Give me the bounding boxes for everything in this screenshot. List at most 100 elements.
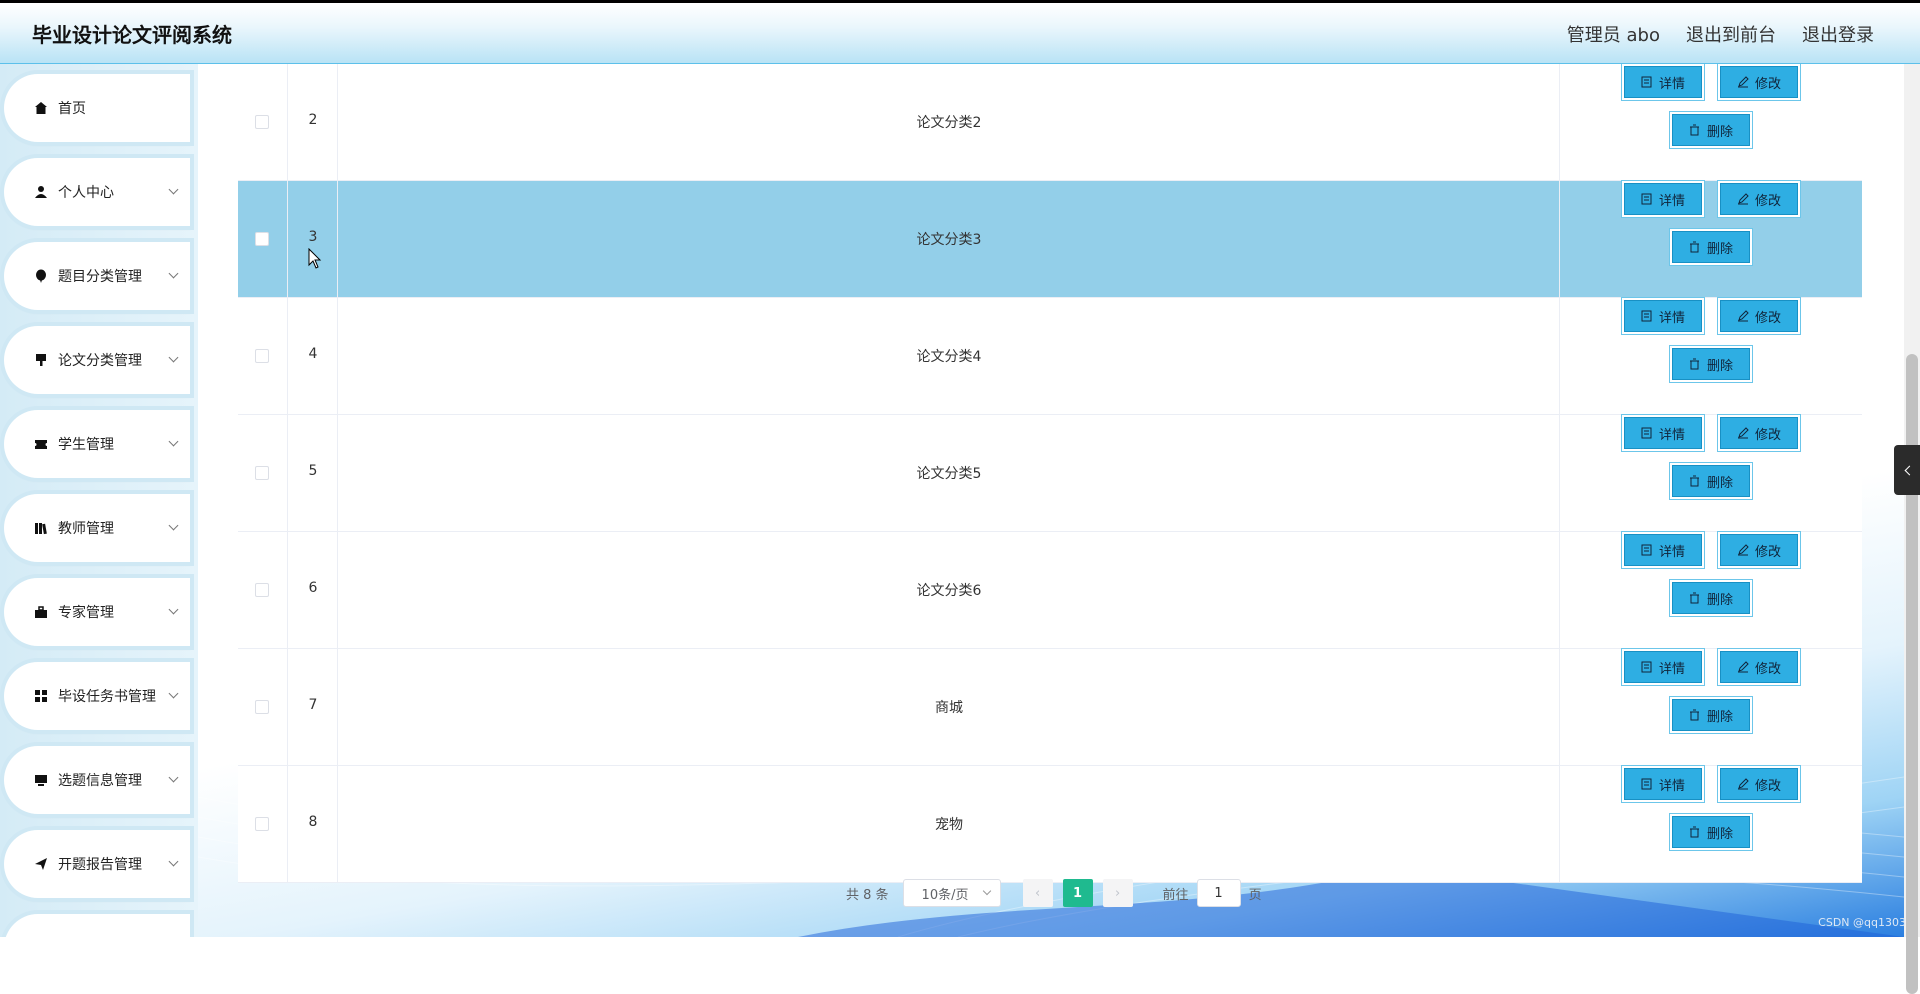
chevron-left-icon <box>1904 465 1914 475</box>
delete-button[interactable]: 删除 <box>1672 582 1750 614</box>
exit-to-front-link[interactable]: 退出到前台 <box>1686 21 1776 47</box>
edit-button[interactable]: 修改 <box>1720 300 1798 332</box>
sidebar-item-topic-selection[interactable]: 选题信息管理 <box>4 746 190 814</box>
detail-button[interactable]: 详情 <box>1624 651 1702 683</box>
row-checkbox[interactable] <box>255 817 269 831</box>
row-index: 6 <box>288 580 338 596</box>
grid-icon <box>34 689 48 703</box>
detail-button[interactable]: 详情 <box>1624 534 1702 566</box>
mouse-cursor-icon <box>308 248 322 270</box>
top-header: 毕业设计论文评阅系统 管理员 abo 退出到前台 退出登录 <box>0 0 1920 64</box>
pencil-icon <box>1737 661 1749 673</box>
category-name: 论文分类4 <box>338 346 1560 366</box>
page-unit-label: 页 <box>1249 884 1262 903</box>
delete-button[interactable]: 删除 <box>1672 699 1750 731</box>
sidebar-item-label: 首页 <box>58 98 86 118</box>
row-checkbox[interactable] <box>255 115 269 129</box>
chevron-down-icon <box>169 857 179 867</box>
sidebar-item-proposal-report[interactable]: 开题报告管理 <box>4 830 190 898</box>
chevron-right-icon: › <box>1115 886 1120 901</box>
total-count: 共 8 条 <box>846 884 889 903</box>
row-index: 8 <box>288 814 338 830</box>
chevron-down-icon <box>169 269 179 279</box>
edit-button[interactable]: 修改 <box>1720 768 1798 800</box>
goto-page-input[interactable]: 1 <box>1197 879 1241 907</box>
trash-icon <box>1689 124 1701 136</box>
send-icon <box>34 857 48 871</box>
sidebar-item-label: 教师管理 <box>58 518 114 538</box>
document-icon <box>1641 778 1653 790</box>
document-icon <box>1641 661 1653 673</box>
sidebar-item-student[interactable]: 学生管理 <box>4 410 190 478</box>
detail-button[interactable]: 详情 <box>1624 417 1702 449</box>
table-row: 8 宠物 详情 修改 删除 <box>238 766 1862 883</box>
app-title: 毕业设计论文评阅系统 <box>32 19 232 48</box>
row-index: 3 <box>288 229 338 245</box>
document-icon <box>1641 427 1653 439</box>
detail-button[interactable]: 详情 <box>1624 66 1702 98</box>
page-size-select[interactable]: 10条/页 <box>903 879 1001 907</box>
page-number-current[interactable]: 1 <box>1063 879 1093 907</box>
detail-button[interactable]: 详情 <box>1624 183 1702 215</box>
current-user: 管理员 abo <box>1567 21 1660 47</box>
chevron-down-icon <box>169 437 179 447</box>
chevron-down-icon <box>169 521 179 531</box>
trash-icon <box>1689 592 1701 604</box>
pencil-icon <box>1737 427 1749 439</box>
row-index: 7 <box>288 697 338 713</box>
sidebar-item-label: 专家管理 <box>58 602 114 622</box>
document-icon <box>1641 310 1653 322</box>
pencil-icon <box>1737 76 1749 88</box>
edit-button[interactable]: 修改 <box>1720 534 1798 566</box>
row-checkbox[interactable] <box>255 583 269 597</box>
table-row: 4 论文分类4 详情 修改 删除 <box>238 298 1862 415</box>
table-row: 2 论文分类2 详情 修改 删除 <box>238 64 1862 181</box>
next-page-button[interactable]: › <box>1103 879 1133 907</box>
pencil-icon <box>1737 310 1749 322</box>
pencil-icon <box>1737 193 1749 205</box>
edit-button[interactable]: 修改 <box>1720 417 1798 449</box>
delete-button[interactable]: 删除 <box>1672 348 1750 380</box>
sidebar-item-personal-center[interactable]: 个人中心 <box>4 158 190 226</box>
sidebar-item-task-book[interactable]: 毕设任务书管理 <box>4 662 190 730</box>
delete-button[interactable]: 删除 <box>1672 816 1750 848</box>
edit-button[interactable]: 修改 <box>1720 183 1798 215</box>
row-index: 2 <box>288 112 338 128</box>
row-checkbox[interactable] <box>255 349 269 363</box>
detail-button[interactable]: 详情 <box>1624 300 1702 332</box>
chevron-down-icon <box>169 773 179 783</box>
sidebar-item-topic-category[interactable]: 题目分类管理 <box>4 242 190 310</box>
collapse-panel-button[interactable] <box>1894 445 1920 495</box>
chevron-left-icon: ‹ <box>1035 886 1040 901</box>
trash-icon <box>1689 241 1701 253</box>
sidebar-item-teacher[interactable]: 教师管理 <box>4 494 190 562</box>
sidebar-item-partial[interactable] <box>4 914 190 937</box>
monitor-icon <box>34 773 48 787</box>
sidebar-item-expert[interactable]: 专家管理 <box>4 578 190 646</box>
pagination: 共 8 条 10条/页 ‹ 1 › 前往 1 页 <box>846 878 1262 908</box>
delete-button[interactable]: 删除 <box>1672 465 1750 497</box>
category-name: 宠物 <box>338 814 1560 834</box>
detail-button[interactable]: 详情 <box>1624 768 1702 800</box>
page-scrollbar[interactable] <box>1904 64 1920 937</box>
suitcase-icon <box>34 605 48 619</box>
delete-button[interactable]: 删除 <box>1672 114 1750 146</box>
edit-button[interactable]: 修改 <box>1720 651 1798 683</box>
category-name: 商城 <box>338 697 1560 717</box>
chevron-down-icon <box>169 185 179 195</box>
sidebar-item-thesis-category[interactable]: 论文分类管理 <box>4 326 190 394</box>
sidebar-item-label: 题目分类管理 <box>58 266 142 286</box>
prev-page-button[interactable]: ‹ <box>1023 879 1053 907</box>
row-checkbox[interactable] <box>255 700 269 714</box>
logout-link[interactable]: 退出登录 <box>1802 21 1874 47</box>
header-actions: 管理员 abo 退出到前台 退出登录 <box>1567 21 1874 47</box>
delete-button[interactable]: 删除 <box>1672 231 1750 263</box>
pencil-icon <box>1737 778 1749 790</box>
sidebar-item-home[interactable]: 首页 <box>4 74 190 142</box>
row-checkbox[interactable] <box>255 232 269 246</box>
sidebar-item-label: 毕设任务书管理 <box>58 686 156 706</box>
edit-button[interactable]: 修改 <box>1720 66 1798 98</box>
pencil-icon <box>1737 544 1749 556</box>
document-icon <box>1641 193 1653 205</box>
row-checkbox[interactable] <box>255 466 269 480</box>
